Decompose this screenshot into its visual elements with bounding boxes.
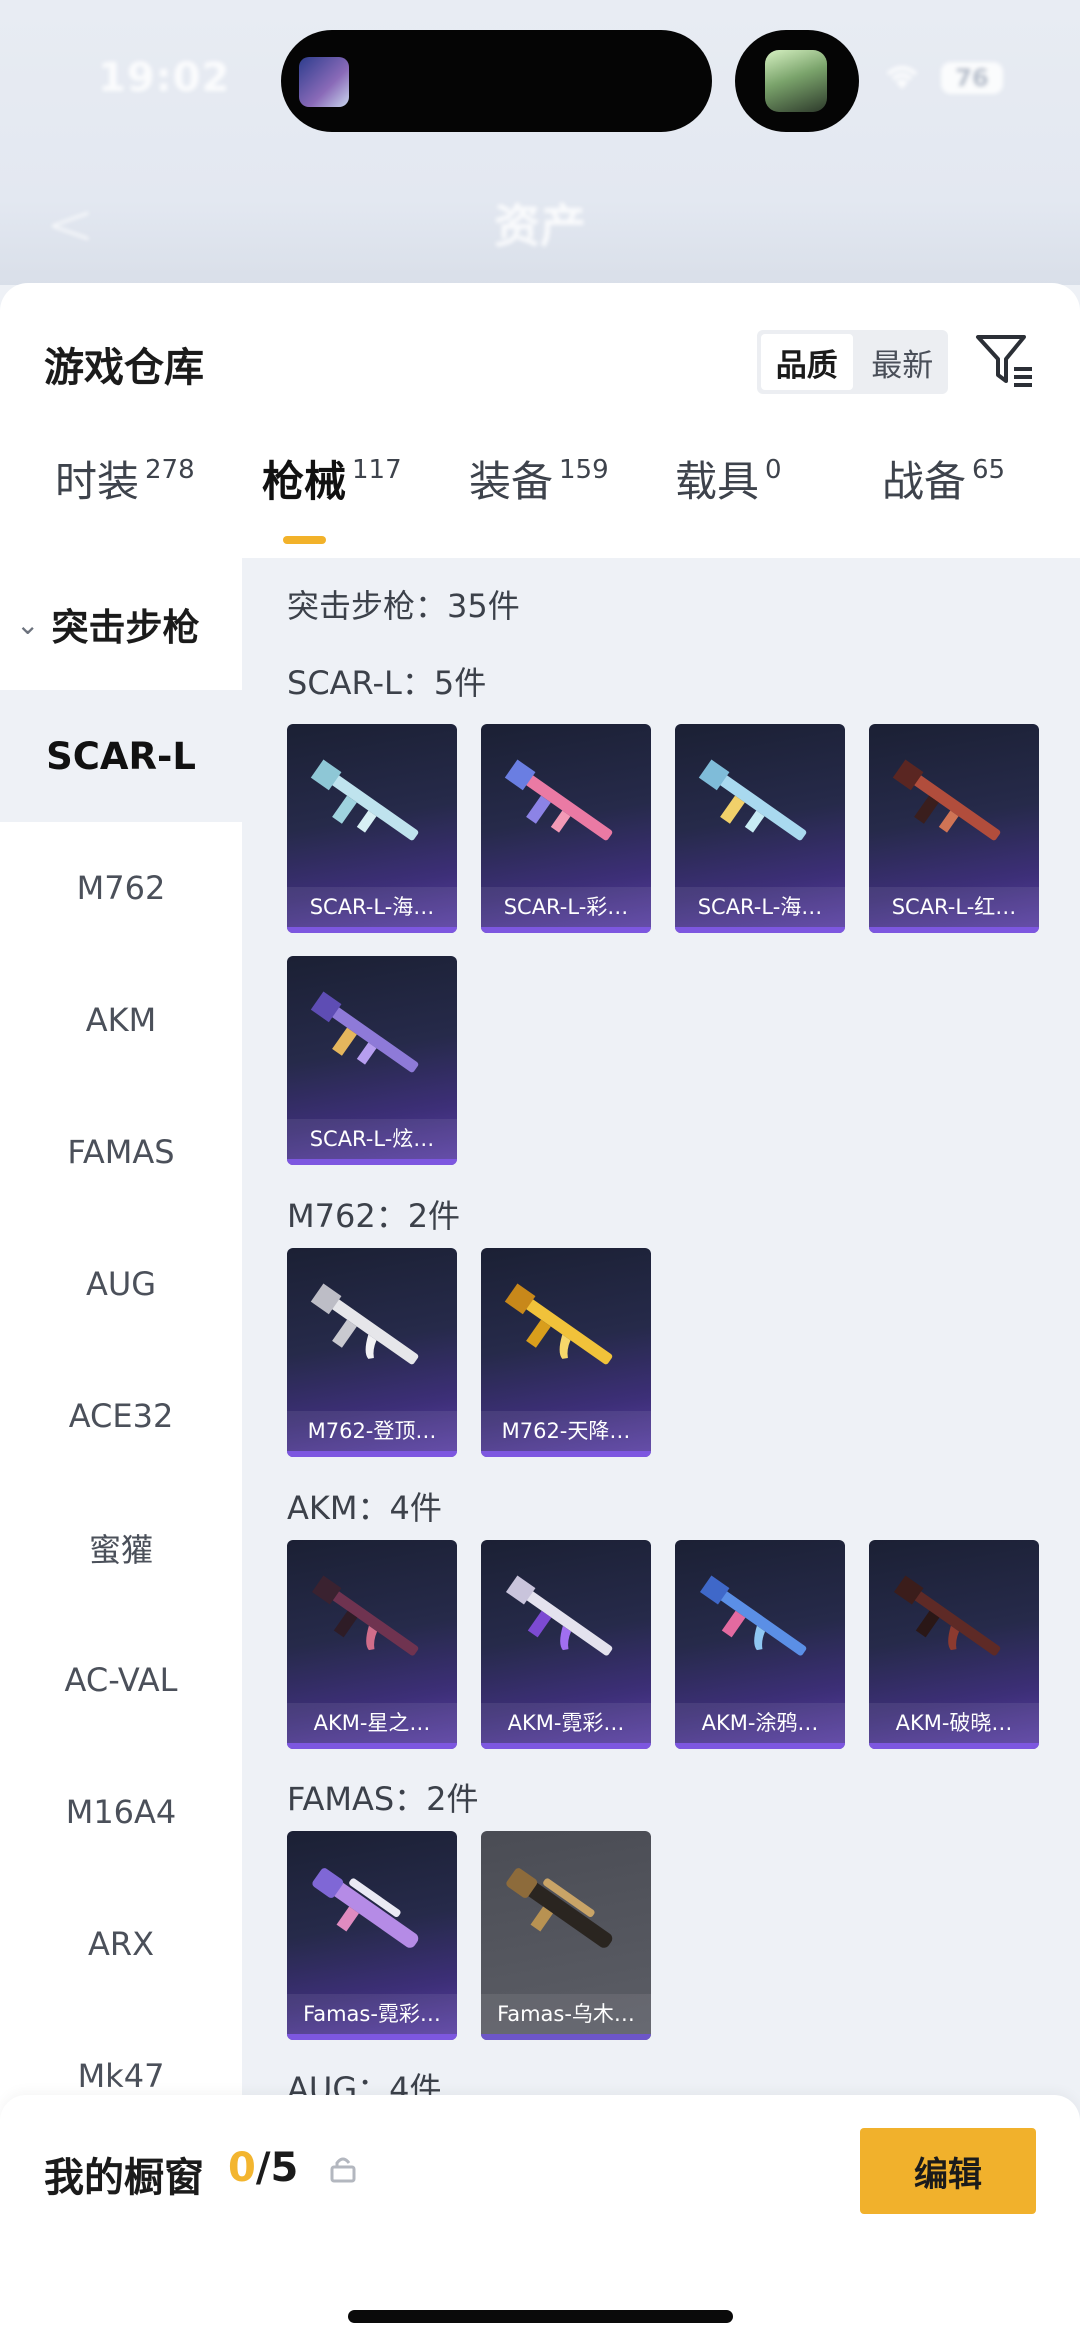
skin-name: SCAR-L-海… — [287, 887, 457, 927]
wifi-icon — [882, 60, 922, 100]
skin-card[interactable]: M762-天降… — [481, 1248, 651, 1457]
sort-toggle: 品质 最新 — [757, 330, 948, 394]
lock-icon — [330, 2157, 356, 2183]
weapon-grid: 突击步枪：35件 SCAR-L：5件 SCAR-L-海… SCAR-L-彩… S… — [242, 558, 1080, 2341]
sidebar-item-akm[interactable]: AKM — [0, 954, 242, 1086]
tab-label: 枪械 — [262, 457, 347, 506]
rifle-icon — [699, 1575, 807, 1656]
skin-card[interactable]: SCAR-L-红… — [869, 724, 1039, 933]
rifle-icon — [311, 1575, 419, 1656]
battery-icon: 76 — [941, 62, 1003, 94]
skin-card[interactable]: SCAR-L-彩… — [481, 724, 651, 933]
section-title-m762: M762：2件 — [287, 1197, 461, 1235]
rifle-icon — [505, 1575, 613, 1656]
rifle-icon — [310, 759, 419, 841]
sidebar-item-famas[interactable]: FAMAS — [0, 1086, 242, 1218]
sidebar-item-aug[interactable]: AUG — [0, 1218, 242, 1350]
skin-name: Famas-乌木… — [481, 1994, 651, 2034]
skin-name: SCAR-L-海… — [675, 887, 845, 927]
sidebar-group-label: 突击步枪 — [51, 606, 200, 649]
sidebar-item-ace32[interactable]: ACE32 — [0, 1350, 242, 1482]
rifle-icon — [504, 1283, 613, 1365]
filter-icon[interactable] — [974, 331, 1036, 393]
category-tabs: 时装 278 枪械 117 装备 159 载具 0 战备 65 — [0, 433, 1080, 543]
sort-newest-button[interactable]: 最新 — [857, 330, 949, 394]
weapon-sidebar: ⌄ 突击步枪 SCAR-L M762 AKM FAMAS AUG ACE32 蜜… — [0, 558, 242, 2341]
category-summary: 突击步枪：35件 — [287, 587, 520, 625]
skin-card[interactable]: SCAR-L-海… — [675, 724, 845, 933]
page-title: 资产 — [494, 199, 586, 253]
rifle-icon — [698, 759, 807, 841]
sidebar-item-ac-val[interactable]: AC-VAL — [0, 1614, 242, 1746]
warehouse-sheet: 游戏仓库 品质 最新 时装 278 枪械 117 装备 159 载具 0 战备 65 ⌄ … — [0, 283, 1080, 2341]
showcase-bar: 我的橱窗 0/5 编辑 — [0, 2095, 1080, 2341]
skin-name: AKM-星之… — [287, 1703, 457, 1743]
skin-card[interactable]: Famas-乌木… — [481, 1831, 651, 2040]
rifle-icon — [310, 991, 419, 1073]
sidebar-item-m762[interactable]: M762 — [0, 822, 242, 954]
skin-card[interactable]: SCAR-L-海… — [287, 724, 457, 933]
tab-equipment[interactable]: 装备 159 — [469, 448, 609, 509]
skin-name: SCAR-L-炫… — [287, 1119, 457, 1159]
section-title-scar-l: SCAR-L：5件 — [287, 664, 487, 702]
tab-count: 278 — [145, 455, 195, 485]
active-tab-indicator — [283, 536, 326, 544]
tab-guns[interactable]: 枪械 117 — [262, 448, 402, 509]
sheet-title: 游戏仓库 — [44, 345, 204, 391]
sort-quality-button[interactable]: 品质 — [761, 334, 853, 390]
tab-count: 65 — [972, 455, 1006, 485]
chevron-down-icon: ⌄ — [16, 607, 40, 641]
status-time: 19:02 — [98, 55, 231, 101]
showcase-current: 0 — [228, 2145, 256, 2191]
tab-count: 159 — [559, 455, 609, 485]
top-header: 19:02 76 < 资产 — [0, 0, 1080, 285]
rifle-icon — [504, 759, 613, 841]
tab-label: 载具 — [675, 457, 760, 506]
avatar — [765, 50, 827, 112]
skin-card[interactable]: SCAR-L-炫… — [287, 956, 457, 1165]
skin-card[interactable]: M762-登顶… — [287, 1248, 457, 1457]
skin-name: SCAR-L-彩… — [481, 887, 651, 927]
sidebar-item-honey-badger[interactable]: 蜜獾 — [0, 1482, 242, 1614]
tab-label: 战备 — [882, 457, 967, 506]
skin-card[interactable]: Famas-霓彩… — [287, 1831, 457, 2040]
showcase-count: 0/5 — [228, 2145, 298, 2191]
rifle-icon — [893, 1575, 1001, 1656]
live-activity — [735, 30, 859, 132]
rifle-icon — [312, 1868, 419, 1948]
skin-name: AKM-涂鸦… — [675, 1703, 845, 1743]
sidebar-item-m16a4[interactable]: M16A4 — [0, 1746, 242, 1878]
skin-name: Famas-霓彩… — [287, 1994, 457, 2034]
skin-card[interactable]: AKM-霓彩… — [481, 1540, 651, 1749]
app-icon — [299, 57, 349, 107]
skin-name: SCAR-L-红… — [869, 887, 1039, 927]
skin-card[interactable]: AKM-破晓… — [869, 1540, 1039, 1749]
skin-card[interactable]: AKM-星之… — [287, 1540, 457, 1749]
skin-name: AKM-破晓… — [869, 1703, 1039, 1743]
sidebar-group-assault-rifles[interactable]: ⌄ 突击步枪 — [0, 558, 242, 690]
tab-label: 装备 — [469, 457, 554, 506]
rifle-icon — [310, 1283, 419, 1365]
rifle-icon — [506, 1868, 613, 1948]
skin-name: AKM-霓彩… — [481, 1703, 651, 1743]
section-title-akm: AKM：4件 — [287, 1489, 442, 1527]
dynamic-island — [281, 30, 712, 132]
rifle-icon — [892, 759, 1001, 841]
skin-card[interactable]: AKM-涂鸦… — [675, 1540, 845, 1749]
showcase-label: 我的橱窗 — [44, 2155, 204, 2201]
tab-fashion[interactable]: 时装 278 — [55, 448, 195, 509]
section-title-famas: FAMAS：2件 — [287, 1780, 479, 1818]
sidebar-item-arx[interactable]: ARX — [0, 1878, 242, 2010]
edit-button[interactable]: 编辑 — [860, 2128, 1036, 2214]
tab-count: 0 — [765, 455, 782, 485]
tab-combat-gear[interactable]: 战备 65 — [882, 448, 1005, 509]
home-indicator — [348, 2310, 733, 2323]
tab-label: 时装 — [55, 457, 140, 506]
skin-name: M762-天降… — [481, 1411, 651, 1451]
skin-name: M762-登顶… — [287, 1411, 457, 1451]
tab-vehicles[interactable]: 载具 0 — [675, 448, 782, 509]
sidebar-item-scar-l[interactable]: SCAR-L — [0, 690, 242, 822]
tab-count: 117 — [352, 455, 402, 485]
showcase-total: /5 — [255, 2145, 299, 2191]
